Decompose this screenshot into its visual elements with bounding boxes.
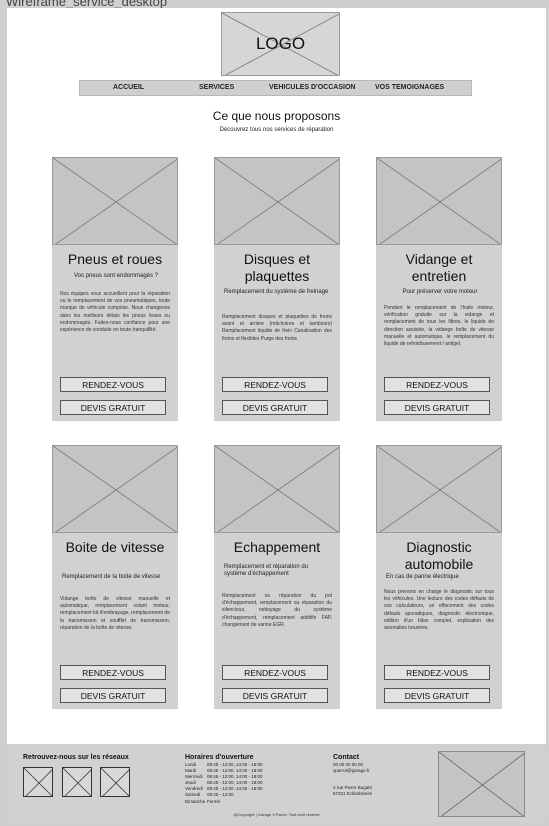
hours-time: Fermé — [207, 798, 221, 804]
placeholder-cross-icon — [215, 158, 339, 244]
appointment-button[interactable]: RENDEZ-VOUS — [222, 665, 328, 680]
card-description: Remplacement ou réparation du pot d'écha… — [222, 593, 332, 628]
footer: Retrouvez-nous sur les réseaux Horaires … — [7, 748, 546, 822]
card-title: Echappement — [233, 539, 321, 555]
hours-heading: Horaires d'ouverture — [185, 754, 254, 761]
contact-heading: Contact — [333, 754, 360, 761]
free-quote-button[interactable]: DEVIS GRATUIT — [222, 400, 328, 415]
service-card-echappement: Echappement Remplacement et réparation d… — [214, 445, 340, 709]
free-quote-button[interactable]: DEVIS GRATUIT — [60, 688, 166, 703]
social-heading: Retrouvez-nous sur les réseaux — [23, 754, 129, 761]
nav-item-temoignages[interactable]: VOS TEMOIGNAGES — [375, 84, 444, 91]
card-image-placeholder — [214, 445, 340, 533]
card-title: Vidange et entretien — [405, 251, 473, 284]
placeholder-cross-icon — [215, 446, 339, 532]
placeholder-cross-icon — [377, 158, 501, 244]
card-subtitle: Remplacement de la boite de vitesse — [62, 574, 161, 580]
service-card-disques: Disques et plaquettes Remplacement du sy… — [214, 157, 340, 421]
nav-item-accueil[interactable]: ACCUEIL — [113, 84, 144, 91]
appointment-button[interactable]: RENDEZ-VOUS — [384, 377, 490, 392]
placeholder-cross-icon — [439, 752, 524, 816]
card-image-placeholder — [214, 157, 340, 245]
card-image-placeholder — [52, 157, 178, 245]
service-card-diagnostic: Diagnostic automobile En cas de panne él… — [376, 445, 502, 709]
section-subtitle: Découvrez tous nos services de réparatio… — [219, 127, 334, 133]
copyright: @Copyright | Garage V.Parrot. Tout droit… — [233, 812, 320, 817]
card-subtitle: Pour préserver votre moteur — [402, 289, 478, 295]
social-placeholder-icon — [101, 768, 129, 796]
nav-item-services[interactable]: SERVICES — [199, 84, 234, 91]
section-title: Ce que nous proposons — [212, 109, 341, 123]
appointment-button[interactable]: RENDEZ-VOUS — [222, 377, 328, 392]
card-title: Diagnostic automobile — [404, 539, 474, 572]
placeholder-cross-icon — [53, 158, 177, 244]
nav-item-vehicules[interactable]: VEHICULES D'OCCASION — [269, 84, 355, 91]
card-title: Pneus et roues — [67, 251, 163, 267]
service-card-boite: Boite de vitesse Remplacement de la boit… — [52, 445, 178, 709]
map-placeholder[interactable] — [438, 751, 525, 817]
appointment-button[interactable]: RENDEZ-VOUS — [60, 665, 166, 680]
social-link-3[interactable] — [100, 767, 130, 797]
social-placeholder-icon — [24, 768, 52, 796]
card-title: Disques et plaquettes — [243, 251, 311, 284]
hours-day: Dimanche — [185, 798, 206, 804]
card-image-placeholder — [376, 445, 502, 533]
card-description: Nous prenons en charge le diagnostic sur… — [384, 589, 494, 632]
free-quote-button[interactable]: DEVIS GRATUIT — [60, 400, 166, 415]
main-nav: ACCUEIL SERVICES VEHICULES D'OCCASION VO… — [79, 80, 472, 96]
hours-row: Dimanche Fermé — [185, 799, 263, 805]
free-quote-button[interactable]: DEVIS GRATUIT — [222, 688, 328, 703]
card-description: Vidange boîte de vitesse manuelle et aut… — [60, 596, 170, 631]
card-subtitle: Remplacement du système de freinage — [224, 289, 329, 295]
free-quote-button[interactable]: DEVIS GRATUIT — [384, 400, 490, 415]
page: LOGO ACCUEIL SERVICES VEHICULES D'OCCASI… — [7, 8, 546, 744]
social-link-2[interactable] — [62, 767, 92, 797]
logo-text: LOGO — [255, 34, 306, 53]
card-subtitle: En cas de panne électrique — [386, 574, 459, 580]
card-description: Nos équipes vous accueillent pour la rép… — [60, 291, 170, 334]
service-card-pneus: Pneus et roues Vos pneus sont endommagés… — [52, 157, 178, 421]
free-quote-button[interactable]: DEVIS GRATUIT — [384, 688, 490, 703]
appointment-button[interactable]: RENDEZ-VOUS — [384, 665, 490, 680]
service-card-vidange: Vidange et entretien Pour préserver votr… — [376, 157, 502, 421]
card-subtitle: Remplacement et réparation du système d'… — [224, 564, 309, 577]
logo-placeholder[interactable]: LOGO — [221, 12, 340, 76]
placeholder-cross-icon — [377, 446, 501, 532]
card-description: Remplacement disques et plaquettes de fr… — [222, 314, 332, 342]
appointment-button[interactable]: RENDEZ-VOUS — [60, 377, 166, 392]
social-placeholder-icon — [63, 768, 91, 796]
social-link-1[interactable] — [23, 767, 53, 797]
contact-email[interactable]: vparrot@garage.fr — [333, 768, 370, 774]
placeholder-cross-icon — [53, 446, 177, 532]
card-title: Boite de vitesse — [65, 539, 165, 555]
card-image-placeholder — [376, 157, 502, 245]
opening-hours: Lundi 08:45 - 12:00, 14:00 - 18:00 Mardi 0… — [185, 762, 263, 805]
card-subtitle: Vos pneus sont endommagés ? — [73, 273, 159, 279]
contact-address-line2: 67201 Eckbolsheim — [333, 791, 373, 796]
card-description: Pendant le remplacement de l'huile moteu… — [384, 305, 494, 348]
card-image-placeholder — [52, 445, 178, 533]
